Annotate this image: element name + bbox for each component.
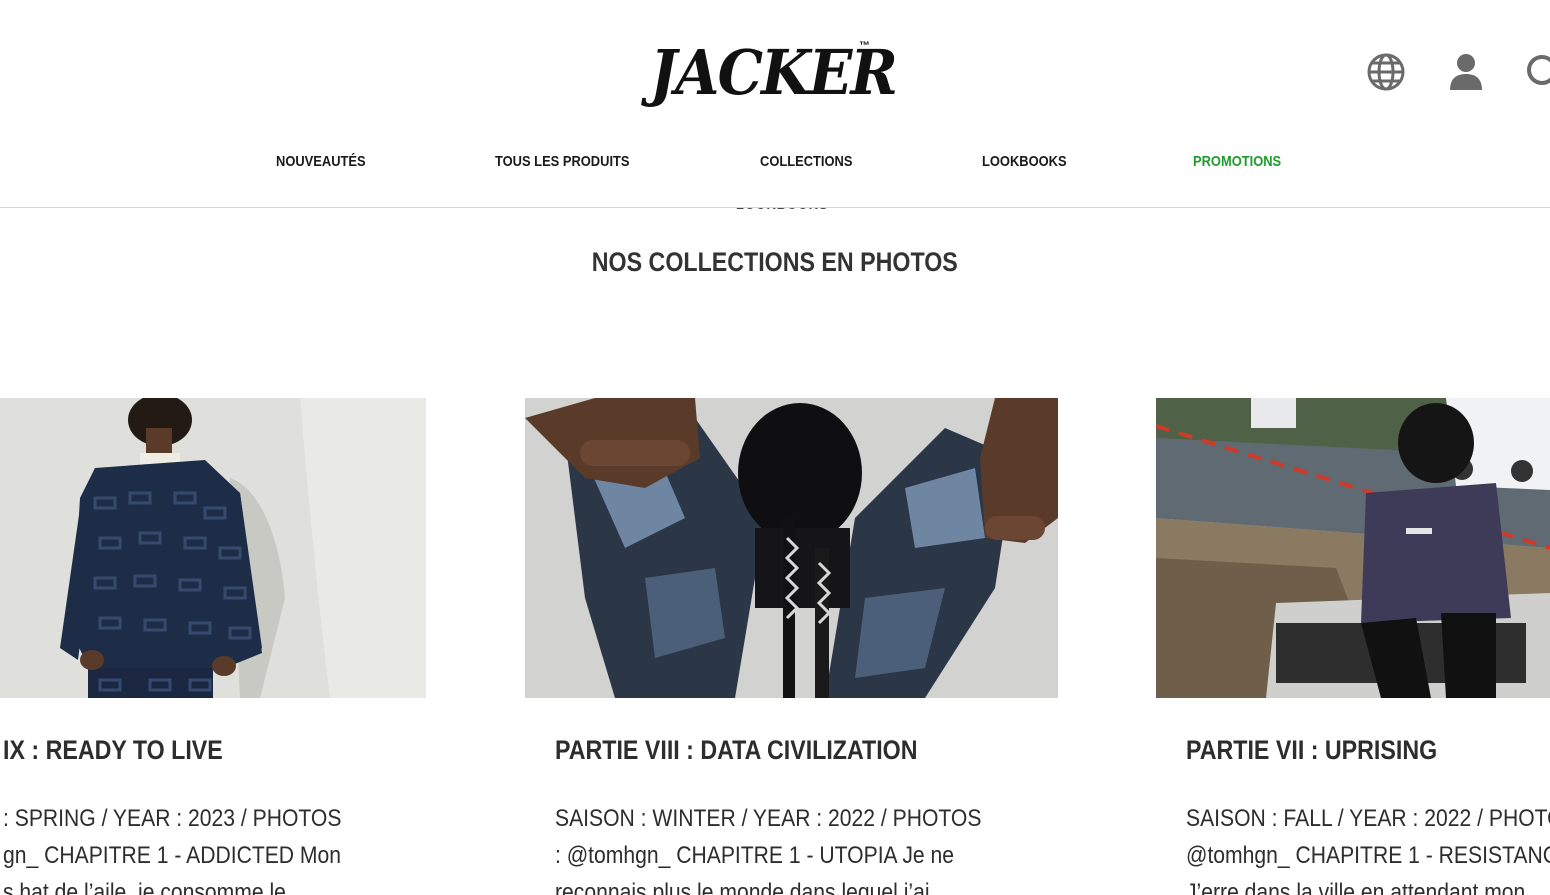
nav-lookbooks[interactable]: LOOKBOOKS — [982, 150, 1067, 174]
lookbook-description-line: J’erre dans la ville en attendant mon — [1186, 879, 1526, 895]
globe-icon[interactable] — [1364, 50, 1408, 94]
lookbook-description-line: SAISON : FALL / YEAR : 2022 / PHOTOS — [1186, 805, 1550, 832]
search-icon[interactable] — [1522, 50, 1550, 94]
lookbook-description-line: SAISON : WINTER / YEAR : 2022 / PHOTOS — [555, 805, 982, 832]
lookbook-photo[interactable] — [1156, 398, 1550, 698]
jacker-logo[interactable]: JACKER ™ — [648, 38, 898, 108]
account-icon[interactable] — [1444, 50, 1488, 94]
page-title-text: NOS COLLECTIONS EN PHOTOS — [592, 247, 958, 277]
lookbook-description-line: s hat de l’aile, je consomme le — [3, 879, 286, 895]
lookbook-title[interactable]: PARTIE VIII : DATA CIVILIZATION — [555, 734, 917, 766]
lookbook-description: : SPRING / YEAR : 2023 / PHOTOS gn_ CHAP… — [3, 800, 341, 895]
lookbook-description-line: @tomhgn_ CHAPITRE 1 - RESISTANCE — [1186, 842, 1550, 869]
lookbook-description-line: reconnais plus le monde dans lequel j’ai — [555, 879, 930, 895]
lookbook-description-line: : SPRING / YEAR : 2023 / PHOTOS — [3, 805, 342, 832]
nav-collections[interactable]: COLLECTIONS — [760, 150, 852, 174]
page-title: NOS COLLECTIONS EN PHOTOS — [0, 244, 1550, 280]
lookbook-photo[interactable] — [0, 398, 426, 698]
logo-trademark: ™ — [859, 40, 870, 52]
lookbook-description-line: gn_ CHAPITRE 1 - ADDICTED Mon — [3, 842, 342, 869]
site-header: JACKER ™ NOUVEAUTÉS TOUS LES PRODUITS CO… — [0, 0, 1550, 208]
nav-promotions[interactable]: PROMOTIONS — [1193, 150, 1281, 174]
lookbook-title[interactable]: IX : READY TO LIVE — [3, 734, 223, 766]
lookbook-title[interactable]: PARTIE VII : UPRISING — [1186, 734, 1437, 766]
lookbook-photo[interactable] — [525, 398, 1058, 698]
main-nav: NOUVEAUTÉS TOUS LES PRODUITS COLLECTIONS… — [0, 150, 1550, 174]
lookbook-description: SAISON : WINTER / YEAR : 2022 / PHOTOS :… — [555, 800, 981, 895]
lookbook-description: SAISON : FALL / YEAR : 2022 / PHOTOS @to… — [1186, 800, 1550, 895]
nav-nouveautes[interactable]: NOUVEAUTÉS — [276, 150, 366, 174]
nav-tous-les-produits[interactable]: TOUS LES PRODUITS — [495, 150, 630, 174]
lookbook-description-line: : @tomhgn_ CHAPITRE 1 - UTOPIA Je ne — [555, 842, 955, 869]
